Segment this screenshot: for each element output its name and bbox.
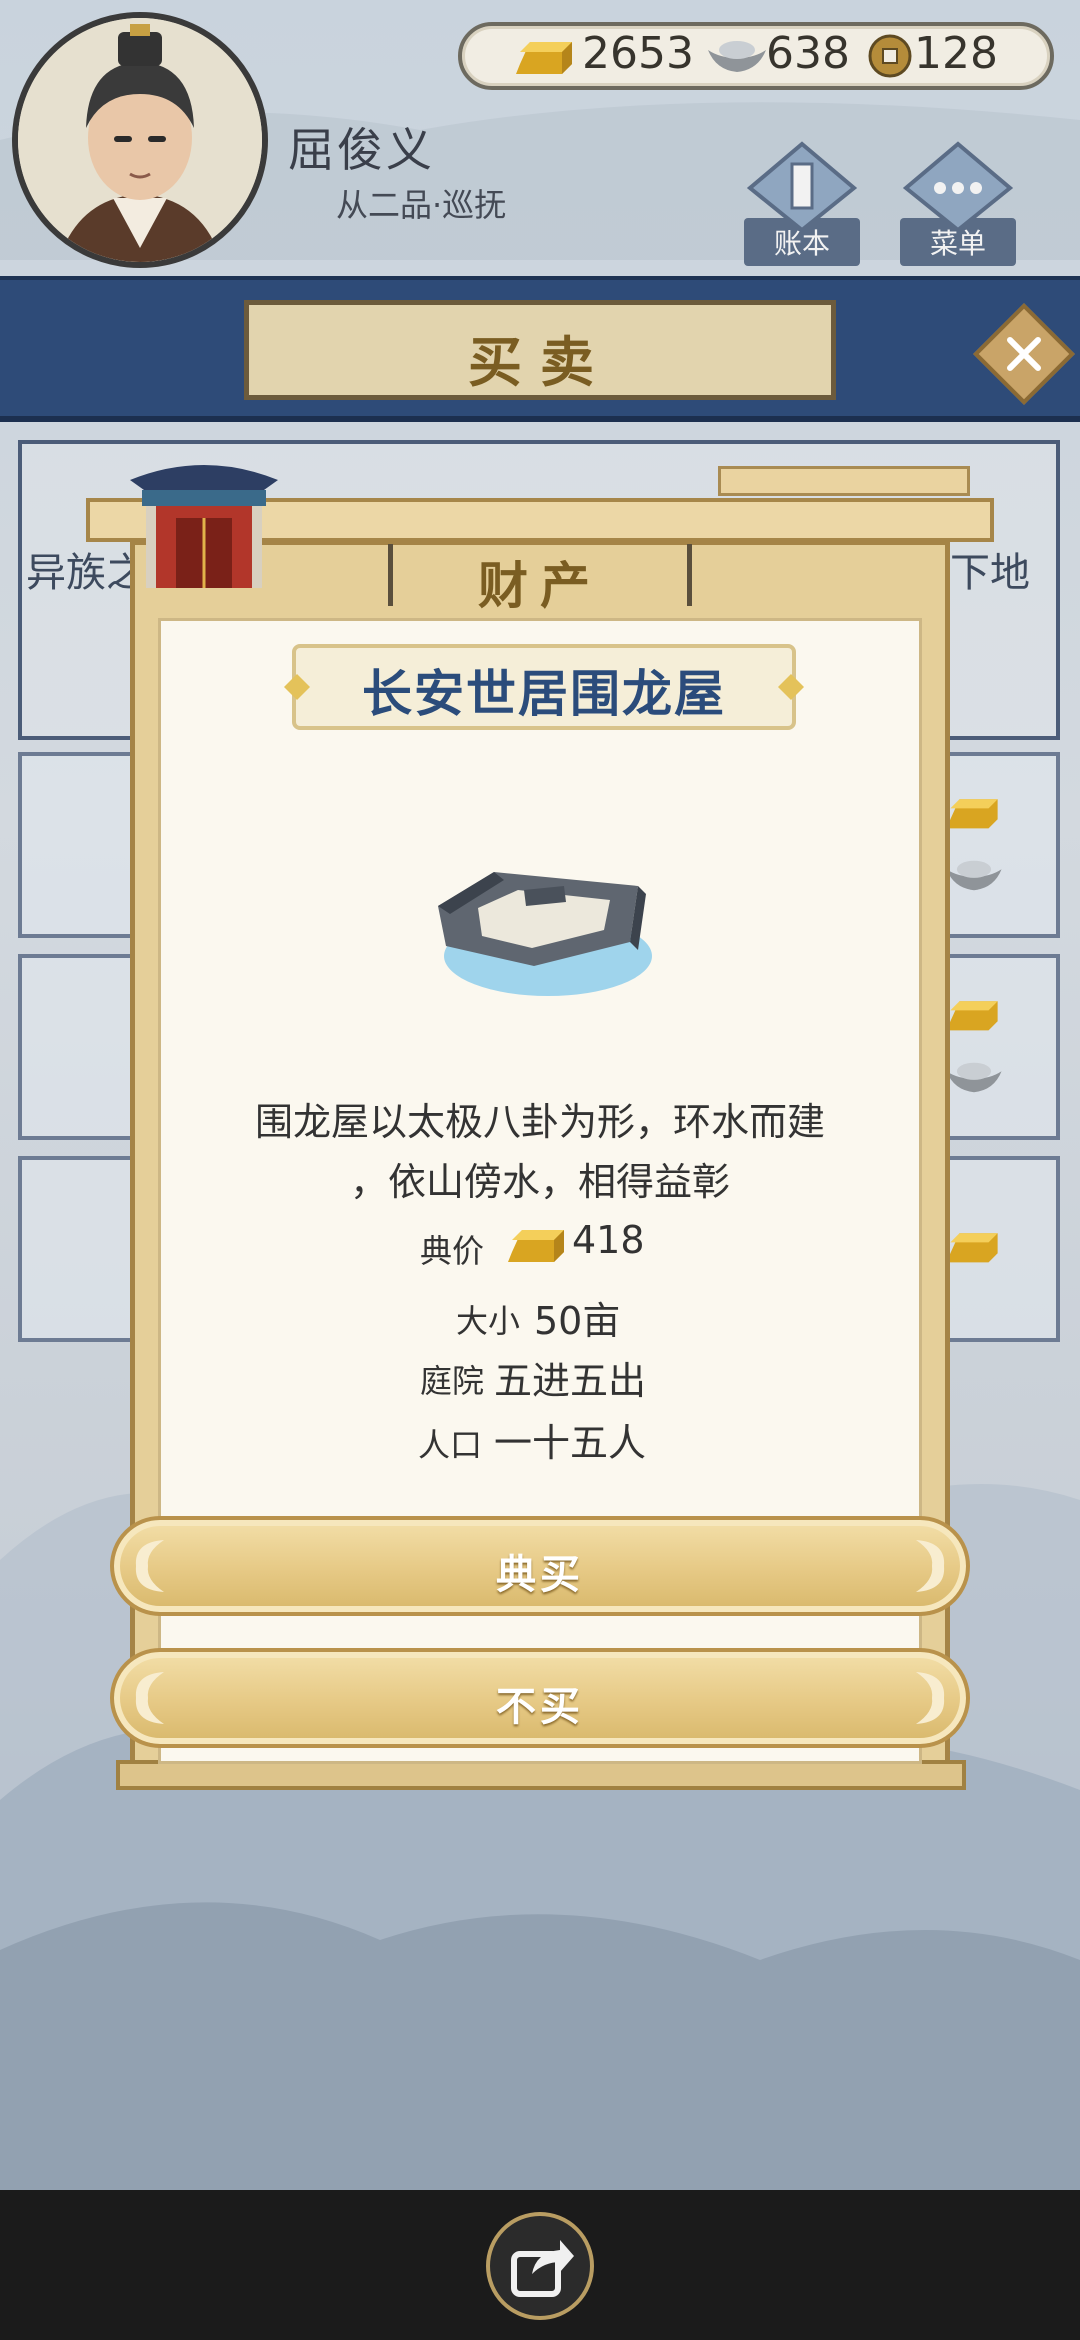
share-button[interactable] xyxy=(486,2212,594,2320)
size-value: 50亩 xyxy=(534,1299,621,1343)
page-title: 买卖 xyxy=(468,331,612,394)
copper-amount: 128 xyxy=(914,28,998,79)
size-label: 大小 xyxy=(455,1302,520,1340)
menu-button[interactable]: 菜单 xyxy=(900,140,1016,266)
gold-ingot-icon xyxy=(946,1233,998,1263)
courtyard-value: 五进五出 xyxy=(494,1359,647,1403)
gold-ingot-icon xyxy=(516,42,572,74)
decline-button-label: 不买 xyxy=(496,1684,584,1730)
item-name: 长安世居围龙屋 xyxy=(362,665,726,723)
gold-ingot-icon xyxy=(946,799,998,829)
courtyard-label: 庭院 xyxy=(419,1362,484,1400)
item-description: 围龙屋以太极八卦为形，环水而建 ，依山傍水，相得益彰 xyxy=(190,1092,890,1212)
close-icon xyxy=(1007,337,1041,371)
silver-ingot-icon xyxy=(946,1062,1002,1093)
population-value: 一十五人 xyxy=(494,1421,647,1465)
gold-ingot-icon xyxy=(946,1001,998,1031)
player-avatar[interactable] xyxy=(12,12,268,268)
gold-ingot-icon xyxy=(508,1230,564,1262)
ledger-button[interactable]: 账本 xyxy=(744,140,860,266)
property-image xyxy=(438,872,652,996)
dialog-roof-crest xyxy=(718,466,970,496)
player-rank: 从二品·巡抚 xyxy=(336,186,507,224)
silver-ingot-icon xyxy=(708,41,766,72)
share-icon xyxy=(511,2240,574,2297)
copper-coin-icon xyxy=(868,34,912,78)
population-label: 人口 xyxy=(417,1426,482,1464)
player-name: 屈俊义 xyxy=(288,123,435,177)
buy-button-label: 典买 xyxy=(496,1552,584,1598)
gate-icon xyxy=(130,465,278,588)
more-dots-icon xyxy=(902,141,1014,233)
dialog-header: 财产 xyxy=(478,557,602,615)
silver-amount: 638 xyxy=(766,28,850,79)
gold-amount: 2653 xyxy=(582,28,694,79)
price-label: 典价 xyxy=(419,1232,484,1270)
ledger-icon xyxy=(746,141,858,233)
price-value: 418 xyxy=(572,1218,645,1262)
dialog-base xyxy=(116,1760,966,1790)
silver-ingot-icon xyxy=(946,860,1002,891)
description-line: 围龙屋以太极八卦为形，环水而建 xyxy=(254,1100,825,1144)
description-line: ，依山傍水，相得益彰 xyxy=(349,1160,730,1204)
